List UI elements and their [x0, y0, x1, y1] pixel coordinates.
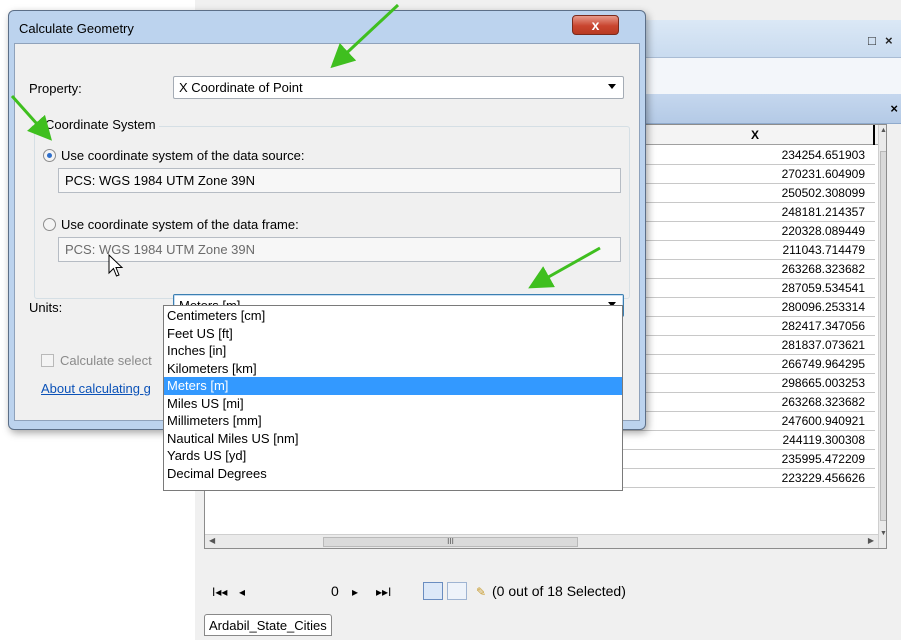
x-value-cell[interactable]: 235995.472209	[610, 450, 875, 469]
x-value-cell[interactable]: 281837.073621	[610, 336, 875, 355]
source-cs-field: PCS: WGS 1984 UTM Zone 39N	[58, 168, 621, 193]
property-dropdown[interactable]: X Coordinate of Point	[173, 76, 624, 99]
frame-cs-field: PCS: WGS 1984 UTM Zone 39N	[58, 237, 621, 262]
radio-frame-label[interactable]: Use coordinate system of the data frame:	[61, 217, 299, 232]
hscroll-thumb[interactable]: III	[323, 537, 578, 547]
property-value: X Coordinate of Point	[179, 80, 303, 95]
column-header-x[interactable]: X	[610, 125, 875, 145]
x-value-cell[interactable]: 223229.456626	[610, 469, 875, 488]
x-value-cell[interactable]: 244119.300308	[610, 431, 875, 450]
unit-option[interactable]: Millimeters [mm]	[164, 412, 622, 430]
unit-option[interactable]: Kilometers [km]	[164, 360, 622, 378]
units-dropdown-list[interactable]: Centimeters [cm] Feet US [ft] Inches [in] K…	[163, 305, 623, 491]
radio-source-label[interactable]: Use coordinate system of the data source…	[61, 148, 305, 163]
unit-option[interactable]: Nautical Miles US [nm]	[164, 430, 622, 448]
x-value-cell[interactable]: 247600.940921	[610, 412, 875, 431]
record-navigator: I◂◂ ◂ 0 ▸ ▸▸I ✎ (0 out of 18 Selected)	[204, 579, 887, 605]
x-value-cell[interactable]: 263268.323682	[610, 260, 875, 279]
close-button[interactable]: x	[572, 15, 619, 35]
unit-option[interactable]: Feet US [ft]	[164, 325, 622, 343]
x-value-cell[interactable]: 248181.214357	[610, 203, 875, 222]
scroll-down-icon[interactable]: ▼	[880, 530, 886, 537]
layer-tab[interactable]: Ardabil_State_Cities	[204, 614, 332, 636]
radio-frame-cs[interactable]	[43, 218, 56, 231]
unit-option[interactable]: Centimeters [cm]	[164, 307, 622, 325]
x-value-cell[interactable]: 270231.604909	[610, 165, 875, 184]
dialog-title: Calculate Geometry	[19, 21, 134, 36]
property-label: Property:	[29, 81, 82, 96]
scroll-right-icon[interactable]: ▶	[868, 536, 874, 545]
prev-record-button[interactable]: ◂	[239, 585, 245, 599]
table-view-icon[interactable]	[423, 582, 443, 600]
calculate-selected-checkbox[interactable]	[41, 354, 54, 367]
x-value-cell[interactable]: 263268.323682	[610, 393, 875, 412]
x-value-cell[interactable]: 298665.003253	[610, 374, 875, 393]
about-link[interactable]: About calculating g	[41, 381, 151, 396]
mouse-cursor-icon	[108, 254, 124, 277]
restore-icon[interactable]: □	[868, 33, 876, 48]
scroll-thumb[interactable]	[880, 151, 886, 521]
scroll-left-icon[interactable]: ◀	[209, 536, 215, 545]
last-record-button[interactable]: ▸▸I	[376, 585, 391, 599]
pencil-icon: ✎	[476, 585, 487, 599]
coordinate-system-label: Coordinate System	[42, 117, 159, 132]
selection-count: (0 out of 18 Selected)	[492, 583, 626, 599]
radio-source-cs[interactable]	[43, 149, 56, 162]
close-icon[interactable]: ×	[890, 101, 898, 116]
unit-option[interactable]: Miles US [mi]	[164, 395, 622, 413]
x-value-cell[interactable]: 220328.089449	[610, 222, 875, 241]
x-value-cell[interactable]: 266749.964295	[610, 355, 875, 374]
units-label: Units:	[29, 300, 63, 315]
scroll-up-icon[interactable]: ▲	[880, 127, 886, 134]
unit-option[interactable]: Meters [m]	[164, 377, 622, 395]
horizontal-scrollbar[interactable]: ◀ III ▶	[205, 534, 878, 548]
x-value-cell[interactable]: 250502.308099	[610, 184, 875, 203]
selected-view-icon[interactable]	[447, 582, 467, 600]
unit-option[interactable]: Decimal Degrees	[164, 465, 622, 483]
x-value-cell[interactable]: 211043.714479	[610, 241, 875, 260]
unit-option[interactable]: Inches [in]	[164, 342, 622, 360]
next-record-button[interactable]: ▸	[352, 585, 358, 599]
first-record-button[interactable]: I◂◂	[212, 585, 227, 599]
unit-option[interactable]: Yards US [yd]	[164, 447, 622, 465]
calculate-selected-label: Calculate select	[60, 353, 152, 368]
record-number[interactable]: 0	[331, 583, 339, 599]
x-value-cell[interactable]: 282417.347056	[610, 317, 875, 336]
x-value-cell[interactable]: 234254.651903	[610, 146, 875, 165]
x-value-cell[interactable]: 287059.534541	[610, 279, 875, 298]
dropdown-arrow-icon	[608, 84, 616, 89]
vertical-scrollbar[interactable]: ▲ ▼	[878, 125, 886, 548]
close-icon[interactable]: ×	[885, 33, 893, 48]
x-value-cell[interactable]: 280096.253314	[610, 298, 875, 317]
